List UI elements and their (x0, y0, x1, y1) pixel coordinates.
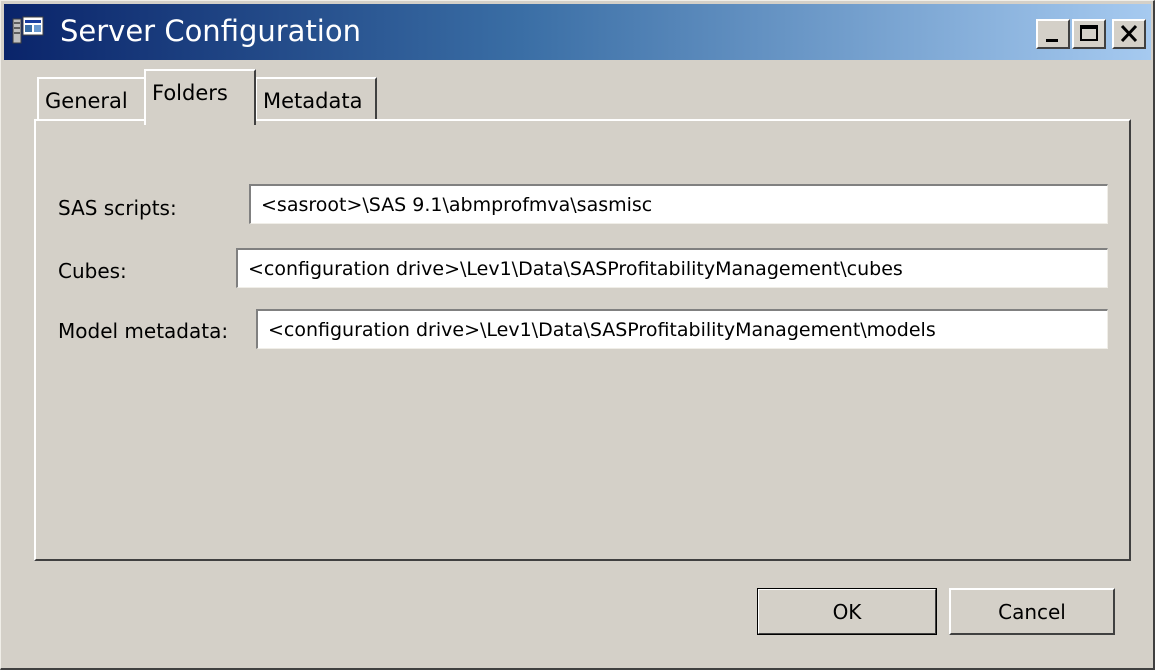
cancel-button[interactable]: Cancel (949, 588, 1115, 635)
minimize-icon (1046, 39, 1058, 42)
model-metadata-input[interactable] (256, 309, 1108, 349)
sas-scripts-input[interactable] (249, 184, 1108, 224)
title-bar[interactable]: Server Configuration (4, 4, 1151, 60)
tab-metadata[interactable]: Metadata (255, 77, 377, 121)
cubes-input[interactable] (236, 248, 1108, 288)
window-title: Server Configuration (60, 14, 361, 48)
model-metadata-label: Model metadata: (58, 319, 229, 343)
ok-button[interactable]: OK (757, 588, 937, 635)
cubes-label: Cubes: (58, 259, 127, 283)
server-config-icon (12, 16, 46, 46)
close-button[interactable] (1112, 19, 1146, 49)
folders-tab-panel: SAS scripts: Cubes: Model metadata: (34, 119, 1131, 561)
close-icon (1120, 24, 1138, 43)
tab-folders[interactable]: Folders (144, 69, 256, 125)
tab-metadata-label: Metadata (263, 89, 363, 113)
server-configuration-dialog: Server Configuration General Folders Met… (0, 0, 1155, 670)
tab-general-label: General (45, 89, 128, 113)
maximize-button[interactable] (1072, 19, 1106, 49)
maximize-icon (1080, 25, 1098, 41)
minimize-button[interactable] (1036, 19, 1070, 49)
tab-general[interactable]: General (37, 77, 147, 121)
sas-scripts-label: SAS scripts: (58, 196, 177, 220)
tab-folders-label: Folders (152, 81, 228, 105)
